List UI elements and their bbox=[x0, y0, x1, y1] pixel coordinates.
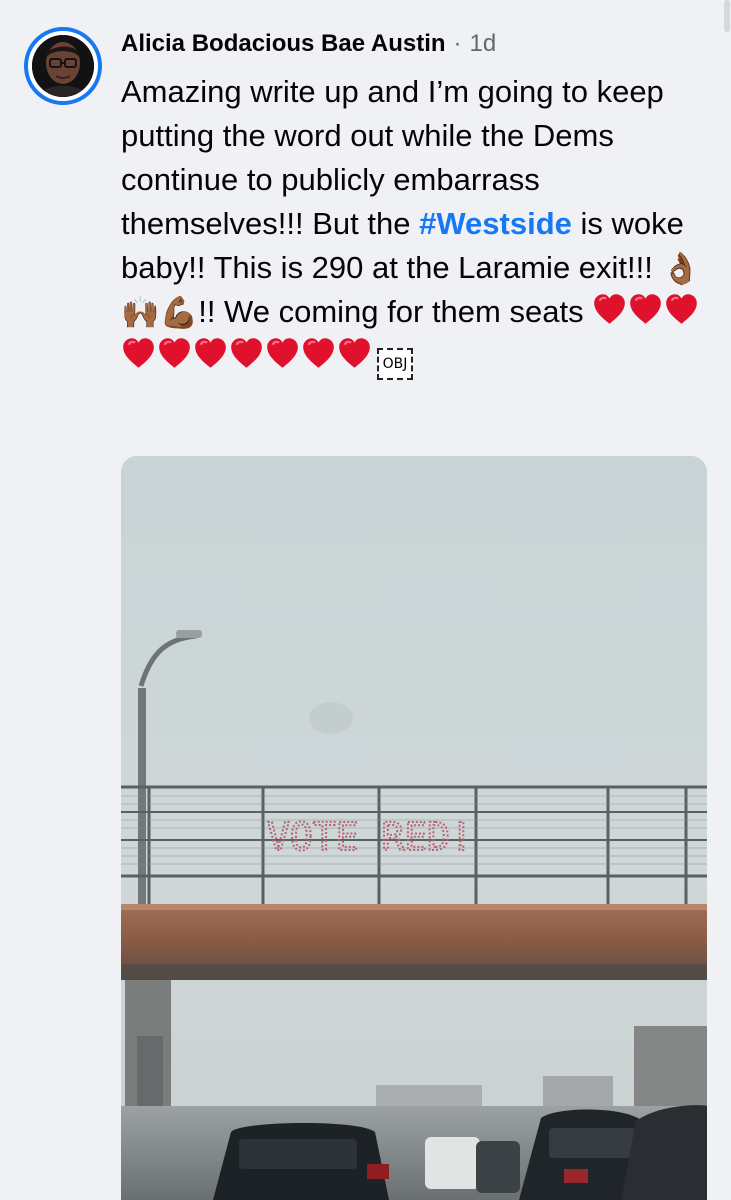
avatar[interactable] bbox=[24, 27, 102, 105]
meta-separator: · bbox=[453, 30, 462, 57]
raised-hands-icon: 🙌🏾 bbox=[121, 295, 160, 332]
comment-text: Amazing write up and I’m going to keep p… bbox=[121, 70, 711, 380]
red-heart-icon bbox=[664, 292, 699, 327]
comment-header: Alicia Bodacious Bae Austin · 1d bbox=[121, 28, 711, 60]
profile-photo bbox=[32, 35, 94, 97]
profile-photo-graphic bbox=[32, 35, 94, 97]
red-heart-icon bbox=[301, 336, 336, 371]
ok-hand-icon: 👌🏾 bbox=[661, 251, 701, 288]
object-placeholder: OBJ bbox=[377, 348, 413, 380]
comment-body: Alicia Bodacious Bae Austin · 1d Amazing… bbox=[121, 28, 711, 380]
scrollbar[interactable] bbox=[724, 0, 730, 32]
red-heart-icon bbox=[337, 336, 372, 371]
comment-timestamp[interactable]: 1d bbox=[470, 28, 497, 60]
red-heart-icon bbox=[592, 292, 627, 327]
vote-red-sign: VOTE RED! bbox=[266, 814, 474, 860]
red-heart-icon bbox=[229, 336, 264, 371]
hashtag-link[interactable]: #Westside bbox=[419, 206, 572, 241]
muscle-icon: 💪🏾 bbox=[159, 295, 199, 332]
attached-photo[interactable]: VOTE RED! bbox=[121, 456, 707, 1200]
red-heart-icon bbox=[628, 292, 663, 327]
red-heart-icon bbox=[121, 336, 156, 371]
red-heart-icon bbox=[193, 336, 228, 371]
red-heart-icon bbox=[265, 336, 300, 371]
sign-text: VOTE RED! bbox=[267, 815, 473, 859]
author-name[interactable]: Alicia Bodacious Bae Austin bbox=[121, 28, 446, 60]
comment-page: Alicia Bodacious Bae Austin · 1d Amazing… bbox=[0, 0, 731, 1200]
comment-text-part: !! We coming for them seats bbox=[198, 294, 593, 329]
overpass-photo: VOTE RED! bbox=[121, 456, 707, 1200]
red-heart-icon bbox=[157, 336, 192, 371]
